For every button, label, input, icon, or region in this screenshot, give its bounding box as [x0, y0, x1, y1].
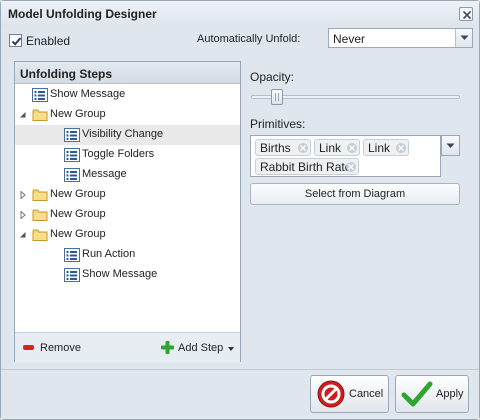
folder-icon [32, 109, 48, 121]
opacity-slider-thumb[interactable] [271, 89, 283, 105]
tree-node-label: Run Action [82, 248, 136, 260]
expander-expanded-icon[interactable] [19, 111, 27, 119]
primitive-tag-label: Link [368, 141, 391, 155]
apply-button[interactable]: Apply [395, 375, 469, 413]
tree-node-label: New Group [50, 188, 106, 200]
remove-tag-icon[interactable] [347, 143, 357, 153]
step-list-icon [64, 128, 80, 142]
add-step-button[interactable]: Add Step [158, 340, 236, 358]
cancel-label: Cancel [349, 388, 384, 400]
dialog-title: Model Unfolding Designer [8, 7, 157, 21]
step-list-icon [32, 88, 48, 102]
primitive-tag-label: Rabbit Birth Rate [260, 160, 352, 174]
cancel-button[interactable]: Cancel [310, 375, 389, 413]
tree-step-node[interactable]: Show Message [15, 85, 240, 105]
tree-step-node[interactable]: Show Message [15, 265, 240, 285]
tree-group-node[interactable]: New Group [15, 185, 240, 205]
tree-node-label: New Group [50, 228, 106, 240]
expander-collapsed-icon[interactable] [19, 191, 27, 199]
options-bar: Enabled Automatically Unfold: Never [1, 27, 479, 53]
tree-node-label: Message [82, 168, 127, 180]
enabled-label[interactable]: Enabled [26, 34, 70, 48]
remove-label: Remove [40, 342, 81, 354]
step-list-icon [64, 168, 80, 182]
tree-node-label: New Group [50, 108, 106, 120]
auto-unfold-dropdown-button[interactable] [455, 29, 472, 47]
dialog-footer: Cancel Apply [1, 369, 479, 419]
tree-node-label: Toggle Folders [82, 148, 155, 160]
primitives-tag-field[interactable]: Births Link Link Rabbit Birth Rate [250, 135, 441, 177]
minus-icon [23, 345, 34, 350]
tree-node-label: New Group [50, 208, 106, 220]
chevron-down-icon [460, 35, 469, 40]
tree-node-label: Visibility Change [82, 128, 164, 140]
cancel-icon [317, 380, 345, 408]
step-list-icon [64, 248, 80, 262]
primitive-tag[interactable]: Link [363, 139, 409, 156]
tree-node-label: Show Message [82, 268, 158, 280]
tree-group-node[interactable]: New Group [15, 105, 240, 125]
step-list-icon [64, 148, 80, 162]
chevron-down-icon [446, 143, 455, 148]
tree-node-label: Show Message [50, 88, 126, 100]
select-from-diagram-button[interactable]: Select from Diagram [250, 183, 460, 205]
remove-button[interactable]: Remove [21, 340, 91, 358]
tree-group-node[interactable]: New Group [15, 225, 240, 245]
remove-tag-icon[interactable] [346, 162, 356, 172]
remove-tag-icon[interactable] [298, 143, 308, 153]
tree-step-node[interactable]: Visibility Change [15, 125, 240, 145]
checkmark-icon [401, 381, 433, 407]
add-step-label: Add Step [178, 342, 224, 354]
title-bar[interactable]: Model Unfolding Designer [1, 1, 479, 27]
unfolding-steps-panel: Unfolding Steps Show Message New Group Vis… [14, 61, 241, 362]
panel-title: Unfolding Steps [20, 67, 112, 81]
expander-collapsed-icon[interactable] [19, 211, 27, 219]
opacity-label: Opacity: [250, 70, 295, 84]
auto-unfold-label: Automatically Unfold: [197, 33, 301, 45]
primitive-tag[interactable]: Link [314, 139, 360, 156]
apply-label: Apply [436, 388, 464, 400]
expander-expanded-icon[interactable] [19, 231, 27, 239]
chevron-down-icon [228, 347, 234, 351]
steps-tree: Show Message New Group Visibility Change To… [15, 85, 240, 331]
enabled-checkbox[interactable] [9, 34, 22, 47]
plus-icon [161, 341, 174, 354]
tree-step-node[interactable]: Toggle Folders [15, 145, 240, 165]
model-unfolding-dialog: Model Unfolding Designer Enabled Automat… [0, 0, 480, 420]
close-icon [462, 10, 472, 20]
folder-icon [32, 229, 48, 241]
primitives-dropdown-button[interactable] [441, 135, 460, 156]
primitive-tag-label: Link [319, 141, 342, 155]
folder-icon [32, 209, 48, 221]
folder-icon [32, 189, 48, 201]
tree-step-node[interactable]: Message [15, 165, 240, 185]
primitive-tag-label: Births [260, 141, 291, 155]
tree-step-node[interactable]: Run Action [15, 245, 240, 265]
primitive-tag[interactable]: Rabbit Birth Rate [255, 158, 359, 175]
primitives-label: Primitives: [250, 117, 306, 131]
close-button[interactable] [459, 7, 473, 21]
primitive-tag[interactable]: Births [255, 139, 311, 156]
auto-unfold-select[interactable]: Never [328, 28, 473, 48]
step-list-icon [64, 268, 80, 282]
auto-unfold-value: Never [333, 32, 366, 46]
tree-group-node[interactable]: New Group [15, 205, 240, 225]
panel-header: Unfolding Steps [15, 62, 240, 84]
checkmark-icon [11, 37, 22, 46]
remove-tag-icon[interactable] [396, 143, 406, 153]
panel-toolbar: Remove Add Step [15, 332, 240, 362]
